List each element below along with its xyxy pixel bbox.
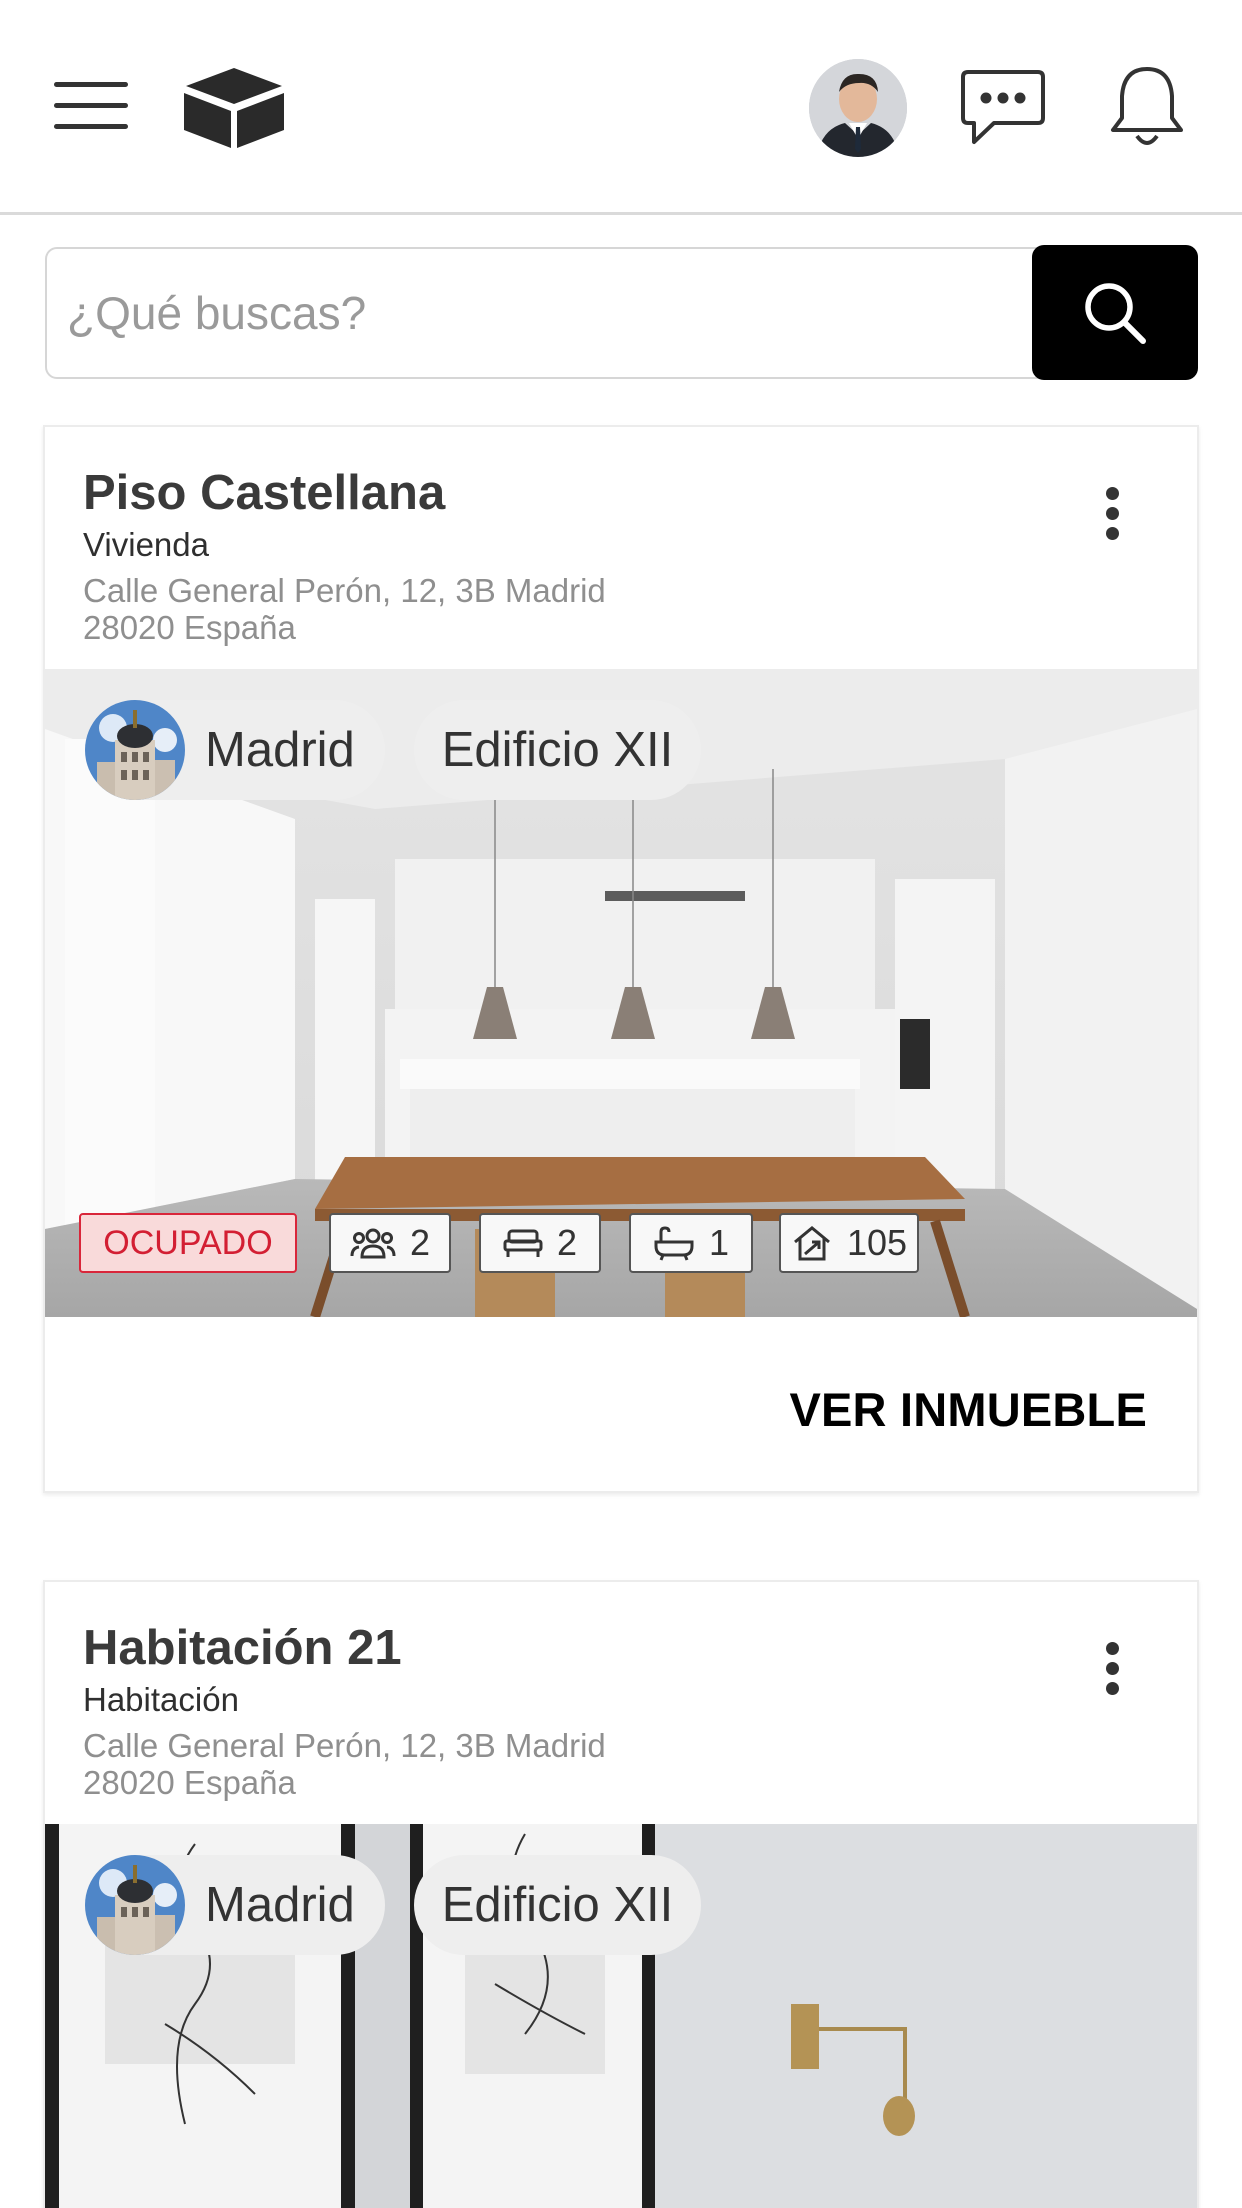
city-label: Madrid [205, 1878, 355, 1932]
status-badge: OCUPADO [79, 1213, 297, 1273]
listing-address: Calle General Perón, 12, 3B Madrid [83, 1727, 606, 1764]
baths-stat: 1 [629, 1213, 753, 1273]
more-options-icon[interactable] [1097, 487, 1127, 547]
listing-card: Piso Castellana Vivienda Calle General P… [43, 425, 1199, 1493]
area-stat: 105 [779, 1213, 919, 1273]
cube-logo-icon[interactable] [182, 66, 286, 150]
bed-icon [503, 1229, 543, 1257]
listing-postal-code: 28020 España [83, 1764, 296, 1801]
listing-photo[interactable]: Madrid Edificio XII [45, 1824, 1197, 2208]
bell-icon[interactable] [1110, 64, 1184, 150]
beds-stat: 2 [479, 1213, 601, 1273]
city-label: Madrid [205, 723, 355, 777]
area-value: 105 [846, 1222, 908, 1263]
city-chip[interactable]: Madrid [85, 1855, 385, 1955]
city-image [85, 700, 185, 800]
bathtub-icon [654, 1226, 694, 1261]
app-header [0, 0, 1242, 215]
people-icon [350, 1228, 396, 1259]
chat-bubble-dots-icon[interactable] [960, 68, 1046, 148]
listing-title: Piso Castellana [83, 466, 446, 520]
house-area-icon [793, 1226, 830, 1261]
beds-count: 2 [556, 1222, 578, 1263]
listing-card: Habitación 21 Habitación Calle General P… [43, 1580, 1199, 2208]
people-stat: 2 [329, 1213, 451, 1273]
listing-address: Calle General Perón, 12, 3B Madrid [83, 572, 606, 609]
search-input[interactable] [67, 249, 1047, 377]
search-bar [45, 247, 1198, 379]
user-avatar[interactable] [809, 59, 907, 157]
building-chip[interactable]: Edificio XII [414, 1855, 701, 1955]
more-options-icon[interactable] [1097, 1642, 1127, 1702]
listing-type: Vivienda [83, 526, 209, 563]
building-label: Edificio XII [441, 723, 674, 777]
view-property-button[interactable]: VER INMUEBLE [789, 1382, 1147, 1437]
building-chip[interactable]: Edificio XII [414, 700, 701, 800]
listing-type: Habitación [83, 1681, 239, 1718]
baths-count: 1 [708, 1222, 730, 1263]
search-button[interactable] [1032, 245, 1198, 380]
city-chip[interactable]: Madrid [85, 700, 385, 800]
listing-title: Habitación 21 [83, 1621, 402, 1675]
building-label: Edificio XII [441, 1878, 674, 1932]
search-icon [1085, 283, 1146, 344]
city-image [85, 1855, 185, 1955]
listing-postal-code: 28020 España [83, 609, 296, 646]
people-count: 2 [409, 1222, 431, 1263]
hamburger-menu-icon[interactable] [54, 82, 128, 132]
listing-photo[interactable]: Madrid Edificio XII OCUPADO 2 2 1 105 [45, 669, 1197, 1317]
